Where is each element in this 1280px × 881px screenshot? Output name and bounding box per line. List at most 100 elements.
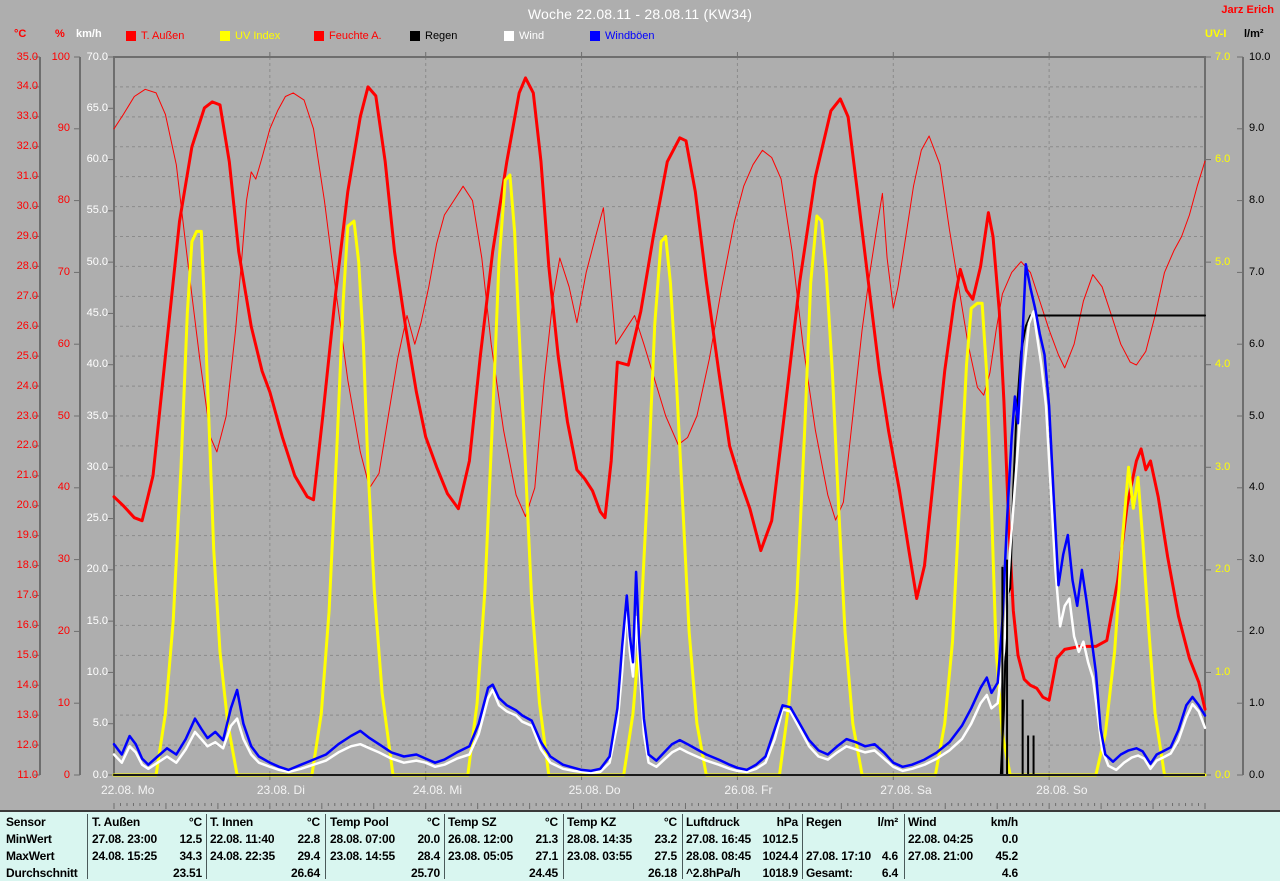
series-wind xyxy=(112,310,1207,775)
cell-max-value: 45.2 xyxy=(995,849,1018,863)
col-unit: °C xyxy=(188,815,202,829)
table-separator xyxy=(563,814,564,879)
series-feuchte-a- xyxy=(113,88,1206,521)
humidity-tick-label: 60 xyxy=(57,337,70,350)
humidity-tick-label: 30 xyxy=(57,553,70,566)
wind-tick-label: 45.0 xyxy=(86,306,108,319)
cell-max-value: 29.4 xyxy=(297,849,320,863)
plot-area xyxy=(34,52,1244,809)
humidity-tick-label: 0 xyxy=(63,768,70,781)
rain-tick-label: 3.0 xyxy=(1249,553,1265,566)
cell-min-value: 20.0 xyxy=(417,832,440,846)
table-separator xyxy=(904,814,905,879)
col-unit: °C xyxy=(663,815,677,829)
row-label: Sensor xyxy=(6,815,46,829)
wind-tick-label: 5.0 xyxy=(92,717,108,730)
table-separator xyxy=(802,814,803,879)
cell-avg-value: 26.64 xyxy=(290,866,320,880)
temp-tick-label: 19.0 xyxy=(16,529,38,542)
weather-app-window: { "header": { "title": "Woche 22.08.11 -… xyxy=(0,0,1280,881)
cell-avg-value: 24.45 xyxy=(528,866,558,880)
humidity-tick-label: 100 xyxy=(51,50,70,63)
wind-tick-label: 20.0 xyxy=(86,563,108,576)
temp-tick-label: 24.0 xyxy=(16,379,38,392)
row-label: Durchschnitt xyxy=(6,866,78,880)
rain-tick-label: 1.0 xyxy=(1249,696,1265,709)
temp-tick-label: 25.0 xyxy=(16,349,38,362)
wind-tick-label: 40.0 xyxy=(86,358,108,371)
cell-avg-value: 26.18 xyxy=(647,866,677,880)
col-unit: °C xyxy=(306,815,320,829)
uv-tick-label: 7.0 xyxy=(1215,50,1231,63)
wind-tick-label: 30.0 xyxy=(86,460,108,473)
day-label: 22.08. Mo xyxy=(101,783,155,797)
temp-tick-label: 31.0 xyxy=(16,170,38,183)
rain-tick-label: 10.0 xyxy=(1249,50,1271,63)
temp-tick-label: 27.0 xyxy=(16,289,38,302)
row-label: MinWert xyxy=(6,832,52,846)
temp-tick-label: 29.0 xyxy=(16,230,38,242)
cell-min-value: 23.2 xyxy=(654,832,677,846)
rain-tick-label: 9.0 xyxy=(1249,122,1265,135)
humidity-tick-label: 20 xyxy=(57,624,70,637)
day-label: 28.08. So xyxy=(1036,783,1088,797)
day-label: 26.08. Fr xyxy=(724,783,773,797)
temp-tick-label: 26.0 xyxy=(16,319,38,332)
series-t-au-en xyxy=(112,76,1207,711)
cell-avg-value: 23.51 xyxy=(172,866,202,880)
temp-tick-label: 20.0 xyxy=(16,499,38,512)
cell-avg-value: 6.4 xyxy=(881,866,898,880)
cell-min-value: 22.8 xyxy=(297,832,320,846)
table-separator xyxy=(87,814,88,879)
cell-avg-value: 4.6 xyxy=(1001,866,1018,880)
cell-max-value: 34.3 xyxy=(179,849,202,863)
wind-tick-label: 65.0 xyxy=(86,101,108,114)
wind-tick-label: 35.0 xyxy=(86,409,108,422)
humidity-tick-label: 10 xyxy=(57,696,70,709)
col-unit: °C xyxy=(544,815,558,829)
wind-tick-label: 60.0 xyxy=(86,153,108,166)
uv-tick-label: 4.0 xyxy=(1215,358,1231,371)
row-label: MaxWert xyxy=(6,849,55,863)
humidity-tick-label: 50 xyxy=(57,409,70,422)
wind-tick-label: 25.0 xyxy=(86,512,108,525)
series-regen xyxy=(113,314,1206,776)
table-separator xyxy=(682,814,683,879)
rain-tick-label: 0.0 xyxy=(1249,768,1265,781)
wind-tick-label: 10.0 xyxy=(86,665,108,678)
rain-tick-label: 7.0 xyxy=(1249,265,1265,278)
temp-tick-label: 34.0 xyxy=(16,80,38,93)
cell-avg-value: 25.70 xyxy=(410,866,440,880)
col-unit: l/m² xyxy=(877,815,898,829)
temp-tick-label: 22.0 xyxy=(16,439,38,452)
rain-tick-label: 5.0 xyxy=(1249,409,1265,422)
cell-max-value: 1024.4 xyxy=(762,849,798,863)
cell-max-value: 27.1 xyxy=(535,849,558,863)
cell-max-value: 4.6 xyxy=(881,849,898,863)
cell-avg-value: 1018.9 xyxy=(762,866,798,880)
rain-tick-label: 2.0 xyxy=(1249,624,1265,637)
uv-tick-label: 2.0 xyxy=(1215,563,1231,576)
wind-tick-label: 15.0 xyxy=(86,614,108,627)
wind-tick-label: 0.0 xyxy=(92,768,108,781)
rain-tick-label: 6.0 xyxy=(1249,337,1265,350)
cell-min-value: 0.0 xyxy=(1001,832,1018,846)
humidity-tick-label: 80 xyxy=(57,194,70,207)
cell-min-value: 12.5 xyxy=(179,832,202,846)
humidity-tick-label: 70 xyxy=(57,265,70,278)
day-label: 24.08. Mi xyxy=(412,783,463,797)
table-separator xyxy=(325,814,326,879)
rain-tick-label: 4.0 xyxy=(1249,481,1265,494)
wind-tick-label: 55.0 xyxy=(86,204,108,217)
humidity-tick-label: 40 xyxy=(57,481,70,494)
col-unit: km/h xyxy=(990,815,1018,829)
temp-tick-label: 14.0 xyxy=(16,678,38,691)
day-label: 27.08. Sa xyxy=(880,783,932,797)
temp-tick-label: 17.0 xyxy=(16,589,38,601)
rain-tick-label: 8.0 xyxy=(1249,194,1265,207)
stats-table: Sensor MinWert MaxWert Durchschnitt T. Außen… xyxy=(0,810,1280,881)
uv-tick-label: 1.0 xyxy=(1215,665,1231,678)
temp-tick-label: 13.0 xyxy=(16,708,38,721)
cell-min-value: 21.3 xyxy=(535,832,558,846)
col-unit: hPa xyxy=(776,815,799,829)
